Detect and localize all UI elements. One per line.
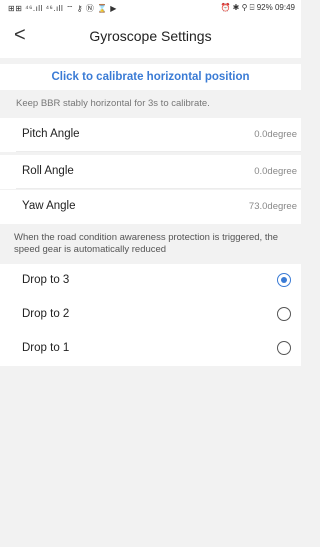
roll-angle-row: Roll Angle 0.0degree (0, 155, 301, 189)
empty-area (0, 366, 301, 547)
row-divider (16, 188, 301, 189)
calibrate-hint: Keep BBR stably horizontal for 3s to cal… (0, 90, 301, 118)
roll-angle-value: 0.0degree (254, 166, 297, 177)
radio-icon[interactable] (277, 307, 291, 321)
radio-icon[interactable] (277, 341, 291, 355)
page-title: Gyroscope Settings (89, 28, 212, 44)
clock: 09:49 (274, 3, 295, 12)
yaw-angle-row: Yaw Angle 73.0degree (0, 190, 301, 224)
header: < Gyroscope Settings (0, 16, 301, 58)
status-right: ⏰ ✱ ⚲ ⌹ 92% 09:49 (220, 3, 295, 13)
battery-level: 92% (256, 3, 273, 12)
drop-option-1[interactable]: Drop to 1 (0, 332, 301, 366)
pitch-angle-label: Pitch Angle (22, 128, 80, 140)
calibrate-button[interactable]: Click to calibrate horizontal position (0, 64, 301, 90)
status-icons-right: ⏰ ✱ ⚲ ⌹ (220, 3, 255, 12)
drop-option-label: Drop to 1 (22, 342, 70, 354)
roll-angle-label: Roll Angle (22, 165, 74, 177)
radio-selected-icon[interactable] (277, 273, 291, 287)
drop-option-2[interactable]: Drop to 2 (0, 298, 301, 332)
yaw-angle-value: 73.0degree (248, 201, 297, 212)
drop-option-label: Drop to 2 (22, 308, 70, 320)
status-bar: ⊞⊞ ⁴⁶.ıll ⁴⁶.ıll ⌔ ⚷ Ⓝ ⌛ ▶ ⏰ ✱ ⚲ ⌹ 92% 0… (0, 0, 301, 16)
drop-option-label: Drop to 3 (22, 274, 70, 286)
pitch-angle-row: Pitch Angle 0.0degree (0, 118, 301, 152)
row-divider (16, 151, 301, 152)
pitch-angle-value: 0.0degree (254, 129, 297, 140)
speed-gear-note: When the road condition awareness protec… (0, 228, 301, 264)
status-icons-left: ⊞⊞ ⁴⁶.ıll ⁴⁶.ıll ⌔ ⚷ Ⓝ ⌛ ▶ (8, 4, 117, 13)
drop-option-3[interactable]: Drop to 3 (0, 264, 301, 298)
yaw-angle-label: Yaw Angle (22, 200, 76, 212)
